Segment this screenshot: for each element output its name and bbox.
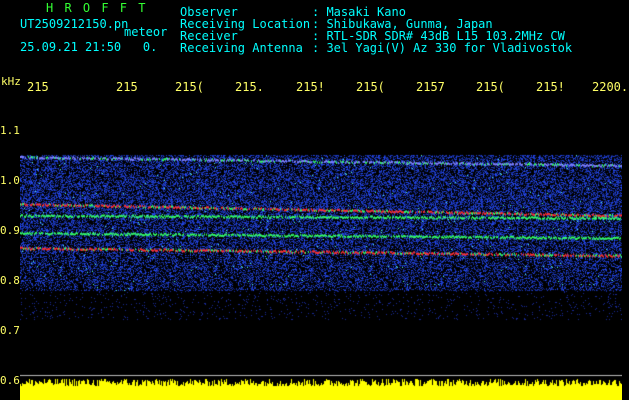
app-title: H R O F F T [46, 1, 148, 15]
y-tick-label: 0.7 [0, 324, 20, 337]
status-text: 0. [142, 40, 158, 54]
y-tick-label: 0.9 [0, 224, 20, 237]
x-tick-label: 215 [116, 80, 138, 94]
date-time: 25.09.21 21:50 0. [20, 41, 157, 53]
x-tick-label: 215( [476, 80, 505, 94]
antenna-label: Receiving Antenna [180, 41, 303, 55]
antenna-value: : 3el Yagi(V) Az 330 for Vladivostok [312, 41, 573, 55]
x-tick-label: 215! [296, 80, 325, 94]
date-text: 25.09.21 21:50 [20, 40, 122, 54]
x-tick-label: 2200. [592, 80, 629, 94]
x-tick-label: 215( [356, 80, 385, 94]
file-name: UT2509212150.pn [20, 17, 129, 31]
y-axis-unit: kHz [1, 75, 21, 88]
hroft-spectrogram-window: H R O F F T UT2509212150.pn meteor 25.09… [0, 0, 629, 400]
y-tick-label: 1.0 [0, 174, 20, 187]
x-tick-label: 2157 [416, 80, 445, 94]
x-tick-label: 215( [175, 80, 204, 94]
x-tick-label: 215! [536, 80, 565, 94]
spectrogram-canvas [20, 100, 622, 400]
y-tick-label: 0.6 [0, 374, 20, 387]
y-tick-label: 1.1 [0, 124, 20, 137]
y-tick-label: 0.8 [0, 274, 20, 287]
mode-label: meteor [124, 25, 168, 39]
x-tick-label: 215. [235, 80, 264, 94]
x-tick-label: 215 [27, 80, 49, 94]
